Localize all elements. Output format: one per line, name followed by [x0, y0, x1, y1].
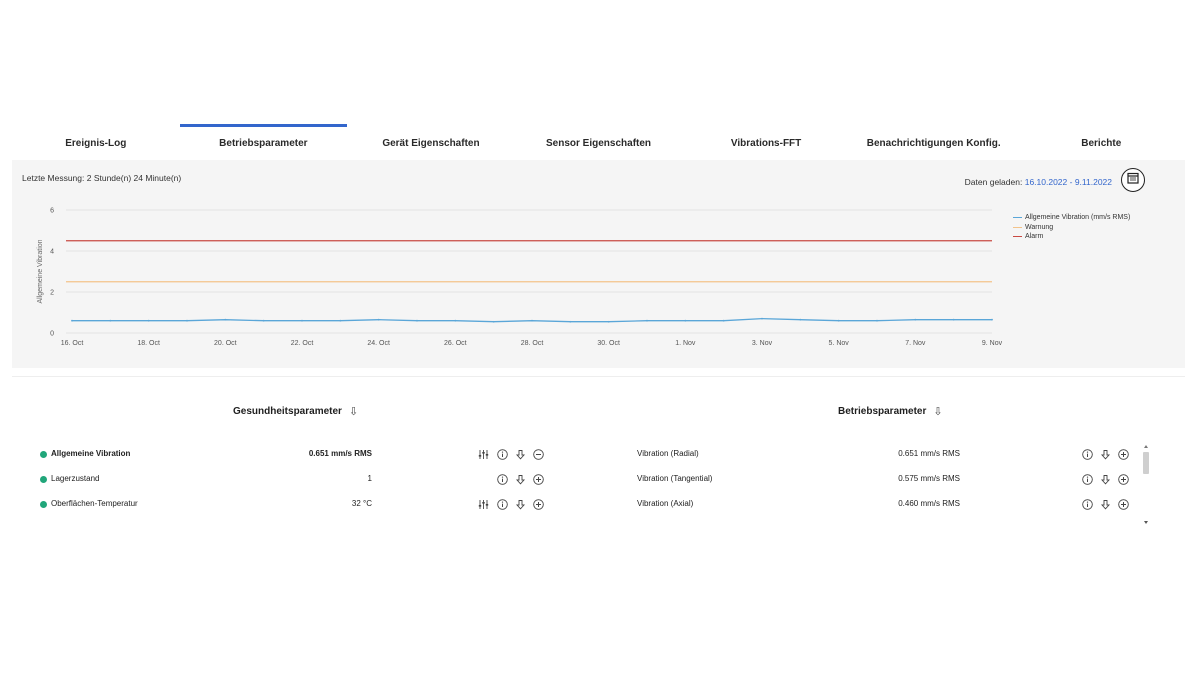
legend-item-warning[interactable]: Warnung [1013, 223, 1130, 233]
operating-param-name: Vibration (Axial) [637, 499, 694, 508]
sort-arrow-icon[interactable] [515, 449, 526, 460]
plus-circle-icon[interactable] [1118, 448, 1129, 460]
y-axis-label: Allgemeine Vibration [37, 239, 44, 303]
legend-swatch-vibration [1013, 217, 1022, 219]
x-tick-label: 16. Oct [61, 340, 84, 347]
x-tick-label: 22. Oct [291, 340, 314, 347]
health-param-name: Oberflächen-Temperatur [51, 499, 138, 508]
health-param-name: Lagerzustand [51, 474, 100, 483]
operating-param-name: Vibration (Radial) [637, 449, 699, 458]
data-point [799, 318, 802, 321]
sort-arrow-icon[interactable] [1100, 499, 1111, 510]
y-tick-label: 2 [50, 290, 54, 297]
data-point [607, 320, 610, 323]
y-tick-label: 0 [50, 331, 54, 338]
status-dot [40, 450, 47, 458]
data-point [761, 317, 763, 320]
x-tick-label: 5. Nov [829, 340, 850, 347]
sliders-icon[interactable] [478, 449, 489, 460]
status-dot [40, 500, 47, 508]
x-tick-label: 1. Nov [675, 340, 696, 347]
data-point [569, 320, 572, 323]
info-icon[interactable] [1082, 448, 1093, 460]
minus-circle-icon[interactable] [533, 448, 544, 460]
data-point [454, 319, 457, 322]
x-tick-label: 7. Nov [905, 340, 926, 347]
legend-label: Allgemeine Vibration (mm/s RMS) [1025, 214, 1131, 221]
x-tick-label: 24. Oct [367, 340, 390, 347]
data-point [377, 318, 380, 321]
health-title-text: Gesundheitsparameter [233, 406, 342, 417]
legend-item-vibration[interactable]: Allgemeine Vibration (mm/s RMS) [1013, 213, 1130, 223]
operating-param-value: 0.651 mm/s RMS [898, 449, 960, 458]
health-section-title: Gesundheitsparameter ⇩ [233, 405, 358, 418]
data-point [991, 318, 993, 321]
data-point [837, 319, 840, 322]
sort-arrow-icon[interactable] [1100, 474, 1111, 485]
data-point [147, 319, 150, 322]
x-tick-label: 28. Oct [521, 340, 544, 347]
operating-param-name: Vibration (Tangential) [637, 474, 713, 483]
health-param-value: 1 [367, 474, 372, 483]
legend-item-alarm[interactable]: Alarm [1013, 232, 1130, 242]
data-point [301, 319, 303, 322]
sort-arrow-icon[interactable] [1100, 449, 1111, 460]
status-dot [40, 475, 47, 483]
sort-arrow-icon[interactable] [515, 499, 526, 510]
info-icon[interactable] [1082, 473, 1093, 485]
operating-section-title: Betriebsparameter ⇩ [838, 405, 943, 418]
health-param-value: 0.651 mm/s RMS [308, 449, 372, 458]
x-tick-label: 18. Oct [137, 340, 160, 347]
y-tick-label: 6 [50, 208, 54, 215]
legend-label: Alarm [1025, 233, 1044, 240]
x-tick-label: 9. Nov [982, 340, 1003, 347]
data-point [531, 319, 533, 322]
data-point [684, 319, 687, 322]
section-divider [12, 376, 1185, 377]
vibration-chart: 0 2 4 6 Allgemeine Vibration 16. Oct 18. Oct 20… [37, 208, 1003, 348]
operating-scrollbar[interactable] [1141, 443, 1151, 526]
operating-param-value: 0.575 mm/s RMS [898, 474, 960, 483]
sort-arrow-icon[interactable] [515, 474, 526, 485]
plus-circle-icon[interactable] [533, 498, 544, 510]
info-icon[interactable] [497, 448, 508, 460]
data-point [646, 319, 648, 322]
data-point [71, 319, 73, 322]
data-point [224, 318, 227, 321]
x-tick-label: 26. Oct [444, 340, 467, 347]
x-tick-label: 3. Nov [752, 340, 773, 347]
y-tick-label: 4 [50, 249, 54, 256]
data-point [109, 319, 112, 322]
data-point [722, 319, 725, 322]
data-point [416, 319, 418, 322]
plus-circle-icon[interactable] [1118, 473, 1129, 485]
sliders-icon[interactable] [478, 499, 489, 510]
sort-arrow-icon[interactable]: ⇩ [933, 405, 942, 418]
chart-legend: Allgemeine Vibration (mm/s RMS) Warnung … [1013, 213, 1130, 242]
info-icon[interactable] [497, 473, 508, 485]
operating-param-value: 0.460 mm/s RMS [898, 499, 960, 508]
data-point [914, 318, 917, 321]
legend-swatch-alarm [1013, 236, 1022, 238]
data-point [876, 319, 878, 322]
legend-swatch-warning [1013, 226, 1022, 228]
operating-title-text: Betriebsparameter [838, 406, 927, 417]
info-icon[interactable] [1082, 498, 1093, 510]
health-param-value: 32 °C [351, 499, 372, 508]
data-point [952, 318, 955, 321]
info-icon[interactable] [497, 498, 508, 510]
health-param-name: Allgemeine Vibration [51, 449, 131, 458]
x-tick-label: 30. Oct [597, 340, 620, 347]
data-point [339, 319, 342, 322]
data-point [262, 319, 265, 322]
x-tick-label: 20. Oct [214, 340, 237, 347]
data-point [186, 319, 188, 322]
sort-arrow-icon[interactable]: ⇩ [349, 405, 358, 418]
plus-circle-icon[interactable] [533, 473, 544, 485]
legend-label: Warnung [1025, 223, 1054, 231]
scroll-thumb[interactable] [1143, 452, 1149, 474]
plus-circle-icon[interactable] [1118, 498, 1129, 510]
data-point [492, 320, 495, 323]
